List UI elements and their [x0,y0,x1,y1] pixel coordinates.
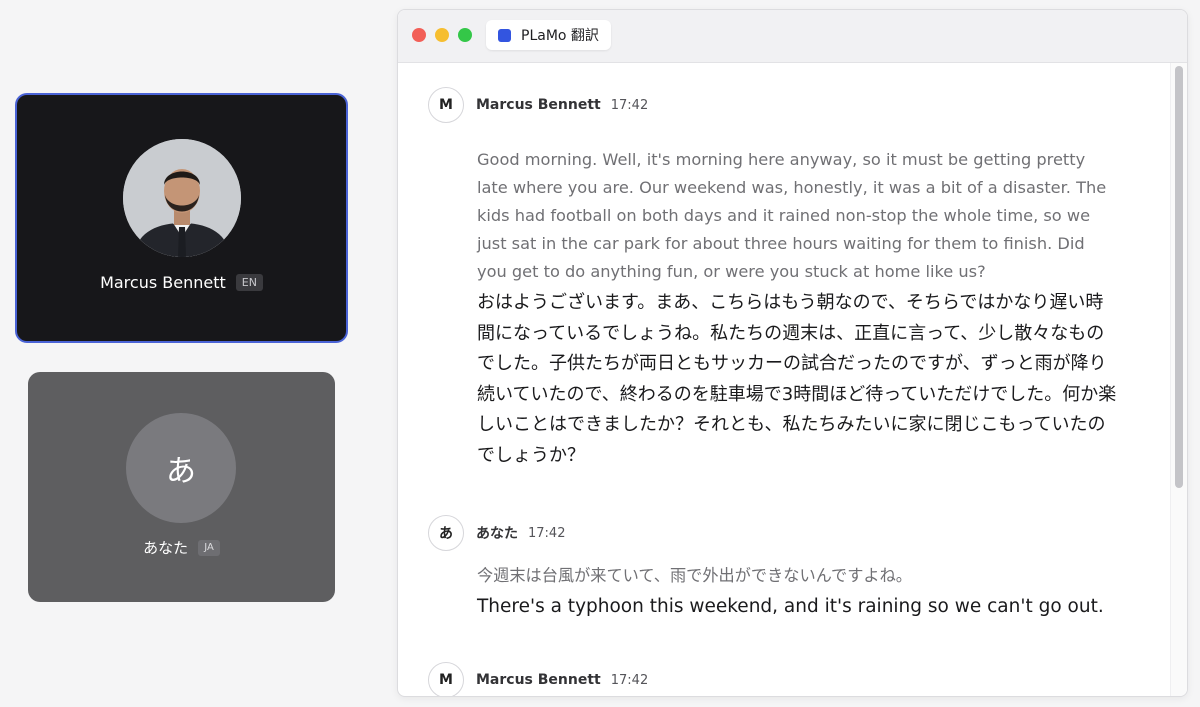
message-original-text: 今週末は台風が来ていて、雨で外出ができないんですよね。 [477,566,912,585]
zoom-window-button[interactable] [458,28,472,42]
message-time: 17:42 [610,672,649,688]
message-avatar: M [428,662,464,696]
message-avatar: M [428,87,464,123]
participant-label: あなた JA [28,537,335,558]
message-header: M Marcus Bennett 17:42 [428,661,1140,696]
message-item: あ あなた 17:42 今週末は台風が来ていて、雨で外出ができないんですよね。 … [428,514,1140,622]
participant-photo-avatar [123,139,241,257]
person-photo-icon [123,139,241,257]
message-sender: あなた [476,526,518,542]
participant-name: Marcus Bennett [100,273,226,292]
message-item: M Marcus Bennett 17:42 Good morning. Wel… [428,86,1140,471]
message-header: M Marcus Bennett 17:42 [428,86,1140,124]
app-icon [498,28,511,42]
message-sender: Marcus Bennett [476,97,601,113]
window-tab[interactable]: PLaMo 翻訳 [486,20,611,50]
minimize-window-button[interactable] [435,28,449,42]
message-original-text: Good morning. Well, it's morning here an… [477,150,1107,281]
message-item: M Marcus Bennett 17:42 [428,661,1140,696]
close-window-button[interactable] [412,28,426,42]
translation-window: PLaMo 翻訳 M Marcus Bennett 17:42 Good mor… [397,9,1188,697]
participant-tile-remote[interactable]: Marcus Bennett EN [15,93,348,343]
participant-label: Marcus Bennett EN [17,273,346,292]
message-list[interactable]: M Marcus Bennett 17:42 Good morning. Wel… [398,63,1170,696]
message-body: 今週末は台風が来ていて、雨で外出ができないんですよね。 There's a ty… [477,562,1140,622]
participant-letter-avatar: あ [126,413,236,523]
message-sender: Marcus Bennett [476,672,601,688]
window-titlebar: PLaMo 翻訳 [398,10,1187,63]
message-avatar: あ [428,515,464,551]
tab-title: PLaMo 翻訳 [521,28,599,44]
message-translated-text: おはようございます。まあ、こちらはもう朝なので、そちらではかなり遅い時間になって… [477,292,1117,466]
participant-name: あなた [143,539,189,557]
message-header: あ あなた 17:42 [428,514,1140,552]
scrollbar-thumb[interactable] [1175,66,1183,488]
message-body: Good morning. Well, it's morning here an… [477,146,1140,471]
language-badge: EN [235,274,263,291]
message-time: 17:42 [528,525,566,541]
participant-tile-local[interactable]: あ あなた JA [28,372,335,602]
language-badge: JA [198,539,220,556]
message-translated-text: There's a typhoon this weekend, and it's… [477,596,1104,617]
message-time: 17:42 [610,97,649,113]
